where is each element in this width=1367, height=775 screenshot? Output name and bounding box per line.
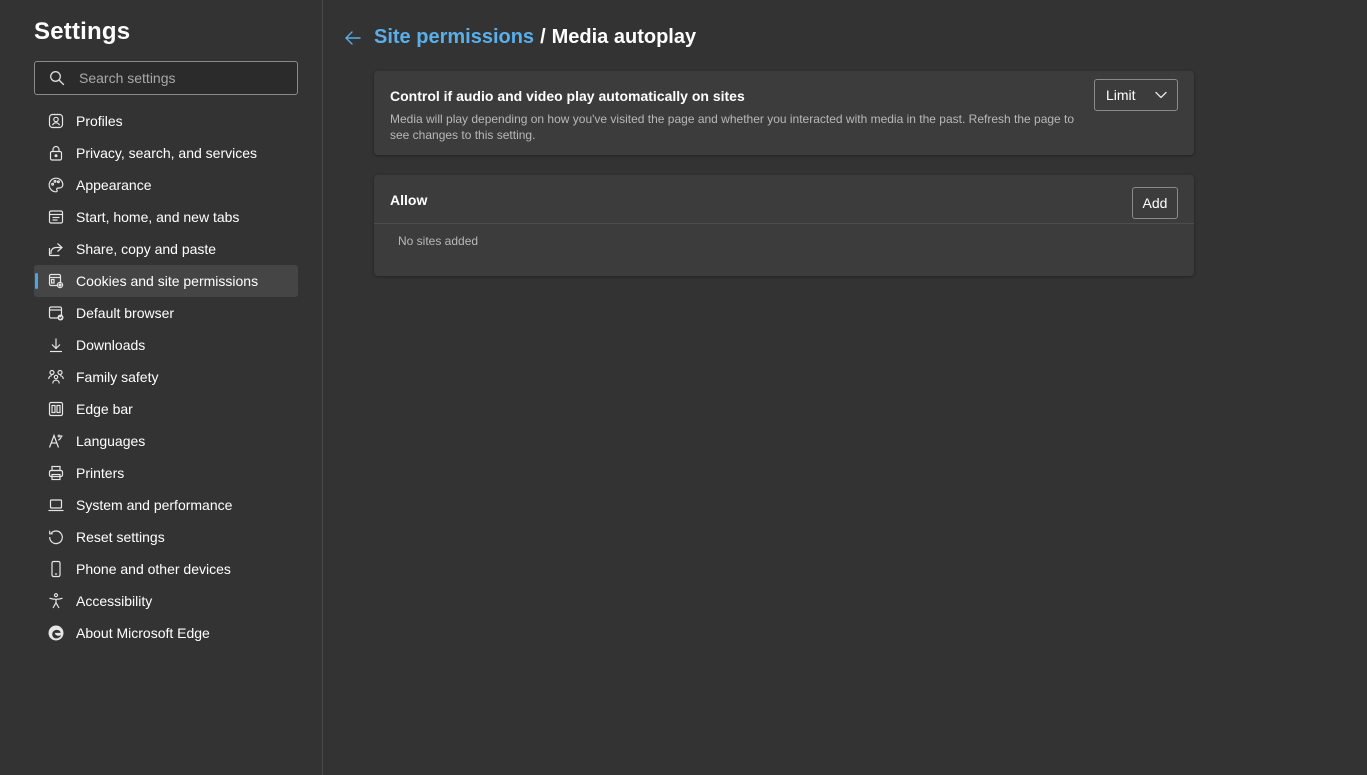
sidebar-item-phone-devices[interactable]: Phone and other devices — [34, 553, 298, 585]
sidebar-item-label: System and performance — [76, 497, 233, 513]
sidebar-title: Settings — [34, 18, 131, 45]
family-icon — [47, 368, 65, 386]
breadcrumb-separator: / — [540, 26, 546, 48]
sidebar-item-printers[interactable]: Printers — [34, 457, 298, 489]
search-box[interactable] — [34, 61, 298, 95]
home-tabs-icon — [47, 208, 65, 226]
sidebar-item-appearance[interactable]: Appearance — [34, 169, 298, 201]
search-icon — [49, 70, 65, 86]
download-icon — [47, 336, 65, 354]
lock-icon — [47, 144, 65, 162]
profile-icon — [47, 112, 65, 130]
sidebar-item-label: Share, copy and paste — [76, 241, 217, 257]
sidebar-item-label: Downloads — [76, 337, 146, 353]
page-title: Media autoplay — [551, 26, 697, 48]
breadcrumb-site-permissions-link[interactable]: Site permissions — [374, 26, 534, 49]
sidebar-item-label: Default browser — [76, 305, 175, 321]
laptop-icon — [47, 496, 65, 514]
sidebar-item-system-performance[interactable]: System and performance — [34, 489, 298, 521]
share-icon — [47, 240, 65, 258]
settings-window: Settings Profiles Privacy, search, and s… — [0, 0, 1367, 775]
dropdown-selected-value: Limit — [1106, 87, 1136, 103]
phone-icon — [47, 560, 65, 578]
sidebar-item-label: About Microsoft Edge — [76, 625, 210, 641]
palette-icon — [47, 176, 65, 194]
sidebar-item-label: Privacy, search, and services — [76, 145, 258, 161]
default-browser-icon — [47, 304, 65, 322]
settings-nav: Profiles Privacy, search, and services A… — [34, 105, 298, 649]
accessibility-icon — [47, 592, 65, 610]
sidebar-item-languages[interactable]: Languages — [34, 425, 298, 457]
sidebar-item-privacy[interactable]: Privacy, search, and services — [34, 137, 298, 169]
allow-list-card: Allow Add No sites added — [374, 175, 1194, 276]
sidebar-item-reset-settings[interactable]: Reset settings — [34, 521, 298, 553]
sidebar-item-label: Start, home, and new tabs — [76, 209, 240, 225]
add-site-button[interactable]: Add — [1132, 187, 1178, 219]
sidebar-item-share-copy-paste[interactable]: Share, copy and paste — [34, 233, 298, 265]
autoplay-setting-card: Control if audio and video play automati… — [374, 71, 1194, 155]
autoplay-limit-dropdown[interactable]: Limit — [1094, 79, 1178, 111]
sidebar-item-downloads[interactable]: Downloads — [34, 329, 298, 361]
empty-list-text: No sites added — [398, 234, 479, 248]
languages-icon — [47, 432, 65, 450]
cookies-permissions-icon — [47, 272, 65, 290]
sidebar-item-start-home[interactable]: Start, home, and new tabs — [34, 201, 298, 233]
printer-icon — [47, 464, 65, 482]
chevron-down-icon — [1155, 86, 1167, 104]
search-input[interactable] — [79, 70, 297, 86]
sidebar-item-label: Reset settings — [76, 529, 165, 545]
sidebar-item-accessibility[interactable]: Accessibility — [34, 585, 298, 617]
back-arrow-icon[interactable] — [342, 27, 364, 49]
sidebar-item-label: Accessibility — [76, 593, 153, 609]
sidebar-item-label: Phone and other devices — [76, 561, 231, 577]
sidebar-item-label: Profiles — [76, 113, 123, 129]
sidebar-item-about-edge[interactable]: About Microsoft Edge — [34, 617, 298, 649]
sidebar-item-edge-bar[interactable]: Edge bar — [34, 393, 298, 425]
sidebar: Settings Profiles Privacy, search, and s… — [0, 0, 323, 775]
breadcrumb: Site permissions / Media autoplay — [342, 26, 696, 49]
sidebar-item-label: Printers — [76, 465, 125, 481]
divider — [374, 223, 1194, 224]
sidebar-item-default-browser[interactable]: Default browser — [34, 297, 298, 329]
sidebar-item-cookies-permissions[interactable]: Cookies and site permissions — [34, 265, 298, 297]
allow-list-title: Allow — [390, 192, 428, 208]
edge-logo-icon — [47, 624, 65, 642]
sidebar-item-family-safety[interactable]: Family safety — [34, 361, 298, 393]
sidebar-item-profiles[interactable]: Profiles — [34, 105, 298, 137]
sidebar-item-label: Edge bar — [76, 401, 133, 417]
edge-bar-icon — [47, 400, 65, 418]
sidebar-item-label: Family safety — [76, 369, 159, 385]
autoplay-setting-title: Control if audio and video play automati… — [390, 88, 745, 104]
main-content: Site permissions / Media autoplay Contro… — [324, 0, 1367, 775]
autoplay-setting-description: Media will play depending on how you've … — [390, 112, 1075, 142]
sidebar-item-label: Languages — [76, 433, 146, 449]
reset-icon — [47, 528, 65, 546]
sidebar-item-label: Appearance — [76, 177, 152, 193]
sidebar-item-label: Cookies and site permissions — [76, 273, 259, 289]
